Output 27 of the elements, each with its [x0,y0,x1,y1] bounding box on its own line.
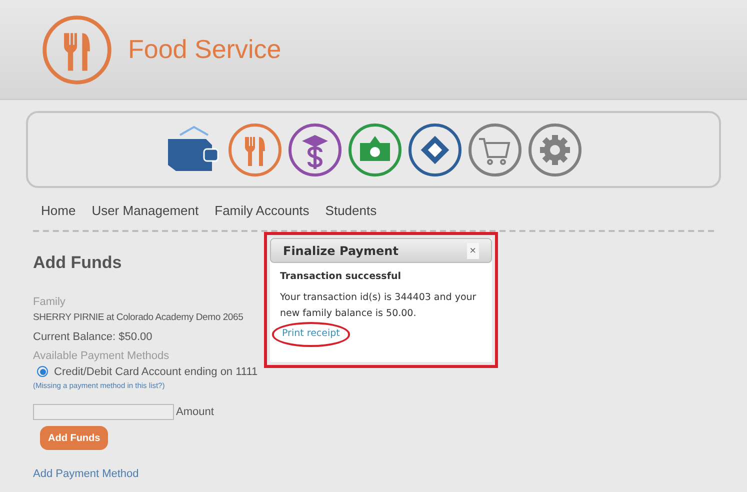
family-name: SHERRY PIRNIE at Colorado Academy Demo 2065 [33,310,244,324]
nav-link[interactable]: Students [325,201,377,221]
close-button[interactable]: × [466,242,479,258]
print-receipt-link[interactable]: Print receipt [282,328,340,340]
nav-link[interactable]: Home [41,201,76,221]
nav-link[interactable]: Family Accounts [214,201,310,221]
app-title: Food Service [128,33,282,66]
fork-knife-icon[interactable] [228,122,282,176]
ticket-icon[interactable] [408,122,462,176]
nav-link[interactable]: User Management [92,201,199,221]
banknote-icon[interactable] [348,122,402,176]
shopping-cart-icon[interactable] [468,122,522,176]
settings-icon[interactable] [528,122,582,176]
dialog-title: Finalize Payment [283,242,398,260]
payment-method-radio[interactable]: Credit/Debit Card Account ending on 1111 [37,364,258,380]
fork-knife-icon [42,14,112,84]
radio-icon[interactable] [37,366,48,377]
current-balance: Current Balance: $50.00 [33,330,152,344]
add-payment-method-link[interactable]: Add Payment Method [33,466,139,482]
dialog-heading: Transaction successful [280,270,401,284]
field-label: Family [33,294,66,310]
amount-input[interactable] [33,404,174,420]
section-heading: Add Funds [33,252,122,274]
field-label: Available Payment Methods [33,348,170,364]
amount-label: Amount [176,404,214,420]
graduation-cap-dollar-icon[interactable] [288,122,342,176]
dialog-message: Your transaction id(s) is 344403 and your new family balance is 50.00. [280,291,478,322]
